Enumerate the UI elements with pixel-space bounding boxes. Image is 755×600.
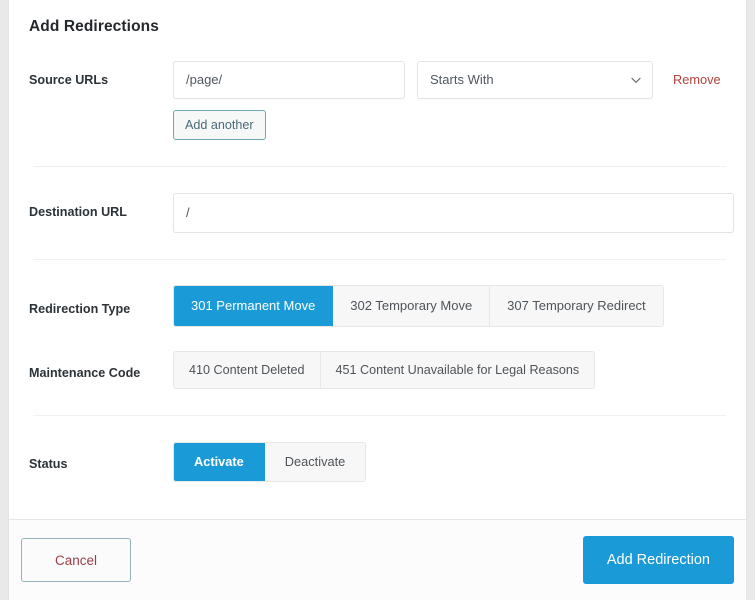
maintenance-code-segmented-control: 410 Content Deleted 451 Content Unavaila… (173, 350, 596, 389)
status-field: Activate Deactivate (173, 441, 734, 482)
redirection-type-label: Redirection Type (29, 301, 131, 316)
panel-footer: Cancel Add Redirection (9, 519, 746, 600)
destination-url-input[interactable] (173, 192, 734, 233)
add-another-button[interactable]: Add another (173, 109, 266, 140)
status-row: Status Activate Deactivate (21, 416, 734, 482)
maintenance-code-row: Maintenance Code 410 Content Deleted 451… (21, 327, 734, 389)
maintenance-code-field: 410 Content Deleted 451 Content Unavaila… (173, 350, 734, 389)
redirection-type-field: 301 Permanent Move 302 Temporary Move 30… (173, 284, 734, 327)
remove-source-link[interactable]: Remove (673, 72, 721, 87)
panel-body: Add Redirections Source URLs Starts With (9, 0, 746, 519)
match-type-value: Starts With (430, 72, 494, 88)
screen-root: Add Redirections Source URLs Starts With (0, 0, 755, 600)
add-another-wrapper: Add another (173, 109, 734, 140)
destination-url-field (173, 192, 734, 233)
source-row-spacer (21, 140, 734, 166)
status-option-deactivate[interactable]: Deactivate (264, 442, 366, 481)
status-option-activate[interactable]: Activate (174, 442, 265, 481)
source-url-line: Starts With Remove (173, 60, 734, 99)
status-label: Status (29, 456, 68, 471)
redirection-type-row: Redirection Type 301 Permanent Move 302 … (21, 260, 734, 327)
source-urls-label: Source URLs (29, 72, 109, 87)
maintenance-code-option-410[interactable]: 410 Content Deleted (174, 351, 321, 388)
maintenance-row-spacer (21, 389, 734, 415)
redirection-type-segmented-control: 301 Permanent Move 302 Temporary Move 30… (173, 284, 664, 327)
match-type-select-wrapper[interactable]: Starts With (417, 60, 653, 99)
redirection-type-option-302[interactable]: 302 Temporary Move (333, 285, 491, 326)
maintenance-code-label: Maintenance Code (29, 365, 141, 380)
source-urls-field: Starts With Remove Add another (173, 60, 734, 140)
page-title: Add Redirections (29, 18, 159, 35)
destination-url-row: Destination URL (21, 167, 734, 259)
maintenance-code-option-451[interactable]: 451 Content Unavailable for Legal Reason… (320, 351, 595, 388)
destination-url-label: Destination URL (29, 204, 127, 219)
redirection-type-option-301[interactable]: 301 Permanent Move (174, 285, 334, 326)
redirection-type-option-307[interactable]: 307 Temporary Redirect (490, 285, 663, 326)
match-type-select[interactable]: Starts With (417, 60, 653, 99)
source-url-input[interactable] (173, 60, 405, 99)
add-redirection-button[interactable]: Add Redirection (582, 536, 734, 584)
status-segmented-control: Activate Deactivate (173, 441, 367, 482)
source-urls-row: Source URLs Starts With (21, 37, 734, 140)
add-redirections-panel: Add Redirections Source URLs Starts With (8, 0, 747, 600)
cancel-button[interactable]: Cancel (21, 538, 131, 582)
